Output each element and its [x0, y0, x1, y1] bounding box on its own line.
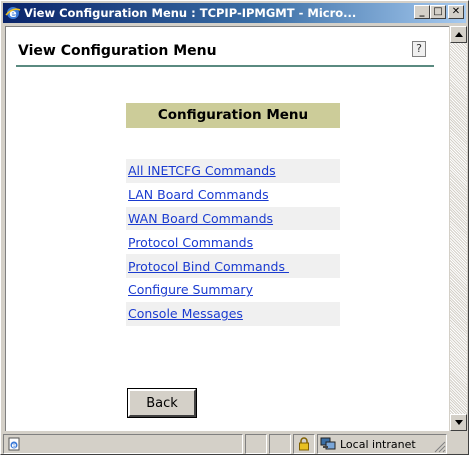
title-bar[interactable]: e View Configuration Menu : TCPIP-IPMGMT…	[3, 3, 466, 23]
status-panel-security	[293, 434, 315, 454]
link-wan-board-commands[interactable]: WAN Board Commands	[128, 211, 273, 226]
list-item: Protocol Commands	[126, 230, 340, 254]
close-button[interactable]: ✕	[448, 5, 464, 19]
arrow-up-icon	[454, 32, 463, 37]
list-item: Console Messages	[126, 301, 340, 326]
page-header: View Configuration Menu ?	[16, 39, 434, 67]
configuration-menu-list: All INETCFG Commands LAN Board Commands …	[126, 159, 340, 326]
ie-logo-icon: e	[5, 5, 21, 21]
status-panel-blank-2	[269, 434, 291, 454]
status-panel-blank-1	[245, 434, 267, 454]
minimize-button[interactable]: _	[414, 5, 430, 19]
list-item: All INETCFG Commands	[126, 159, 340, 183]
status-panel-main: e	[3, 434, 243, 454]
list-item: Configure Summary	[126, 278, 340, 302]
list-item: Protocol Bind Commands	[126, 254, 340, 278]
status-panel-zone: Local intranet	[317, 434, 447, 454]
resize-grip-icon[interactable]	[432, 439, 446, 453]
zone-label: Local intranet	[340, 437, 416, 451]
list-item: WAN Board Commands	[126, 206, 340, 231]
link-protocol-commands[interactable]: Protocol Commands	[128, 235, 253, 250]
maximize-icon: □	[433, 6, 443, 17]
link-configure-summary[interactable]: Configure Summary	[128, 282, 253, 297]
list-item: LAN Board Commands	[126, 183, 340, 207]
close-icon: ✕	[451, 6, 461, 17]
scrollbar-track[interactable]	[450, 43, 467, 414]
link-all-inetcfg-commands[interactable]: All INETCFG Commands	[128, 163, 276, 178]
arrow-down-icon	[454, 420, 463, 425]
vertical-scrollbar[interactable]	[450, 26, 467, 431]
window-title: View Configuration Menu : TCPIP-IPMGMT -…	[24, 6, 357, 20]
scroll-up-button[interactable]	[450, 26, 467, 43]
local-intranet-icon	[320, 437, 336, 450]
link-console-messages[interactable]: Console Messages	[128, 306, 243, 321]
link-lan-board-commands[interactable]: LAN Board Commands	[128, 187, 269, 202]
link-protocol-bind-commands[interactable]: Protocol Bind Commands	[128, 259, 289, 274]
status-bar: e Local intranet	[3, 434, 466, 454]
page-title: View Configuration Menu	[18, 43, 217, 59]
configuration-menu-heading: Configuration Menu	[126, 103, 340, 128]
scroll-down-button[interactable]	[450, 414, 467, 431]
window-controls: _ □ ✕	[414, 5, 464, 19]
maximize-button[interactable]: □	[430, 5, 446, 19]
help-icon[interactable]: ?	[412, 41, 426, 57]
minimize-icon: _	[419, 6, 425, 17]
page-done-icon: e	[8, 437, 20, 451]
browser-window: e View Configuration Menu : TCPIP-IPMGMT…	[0, 0, 469, 455]
lock-icon	[299, 437, 309, 451]
back-button[interactable]: Back	[127, 388, 197, 418]
page-content: View Configuration Menu ? Configuration …	[5, 26, 449, 431]
svg-text:e: e	[12, 442, 17, 450]
